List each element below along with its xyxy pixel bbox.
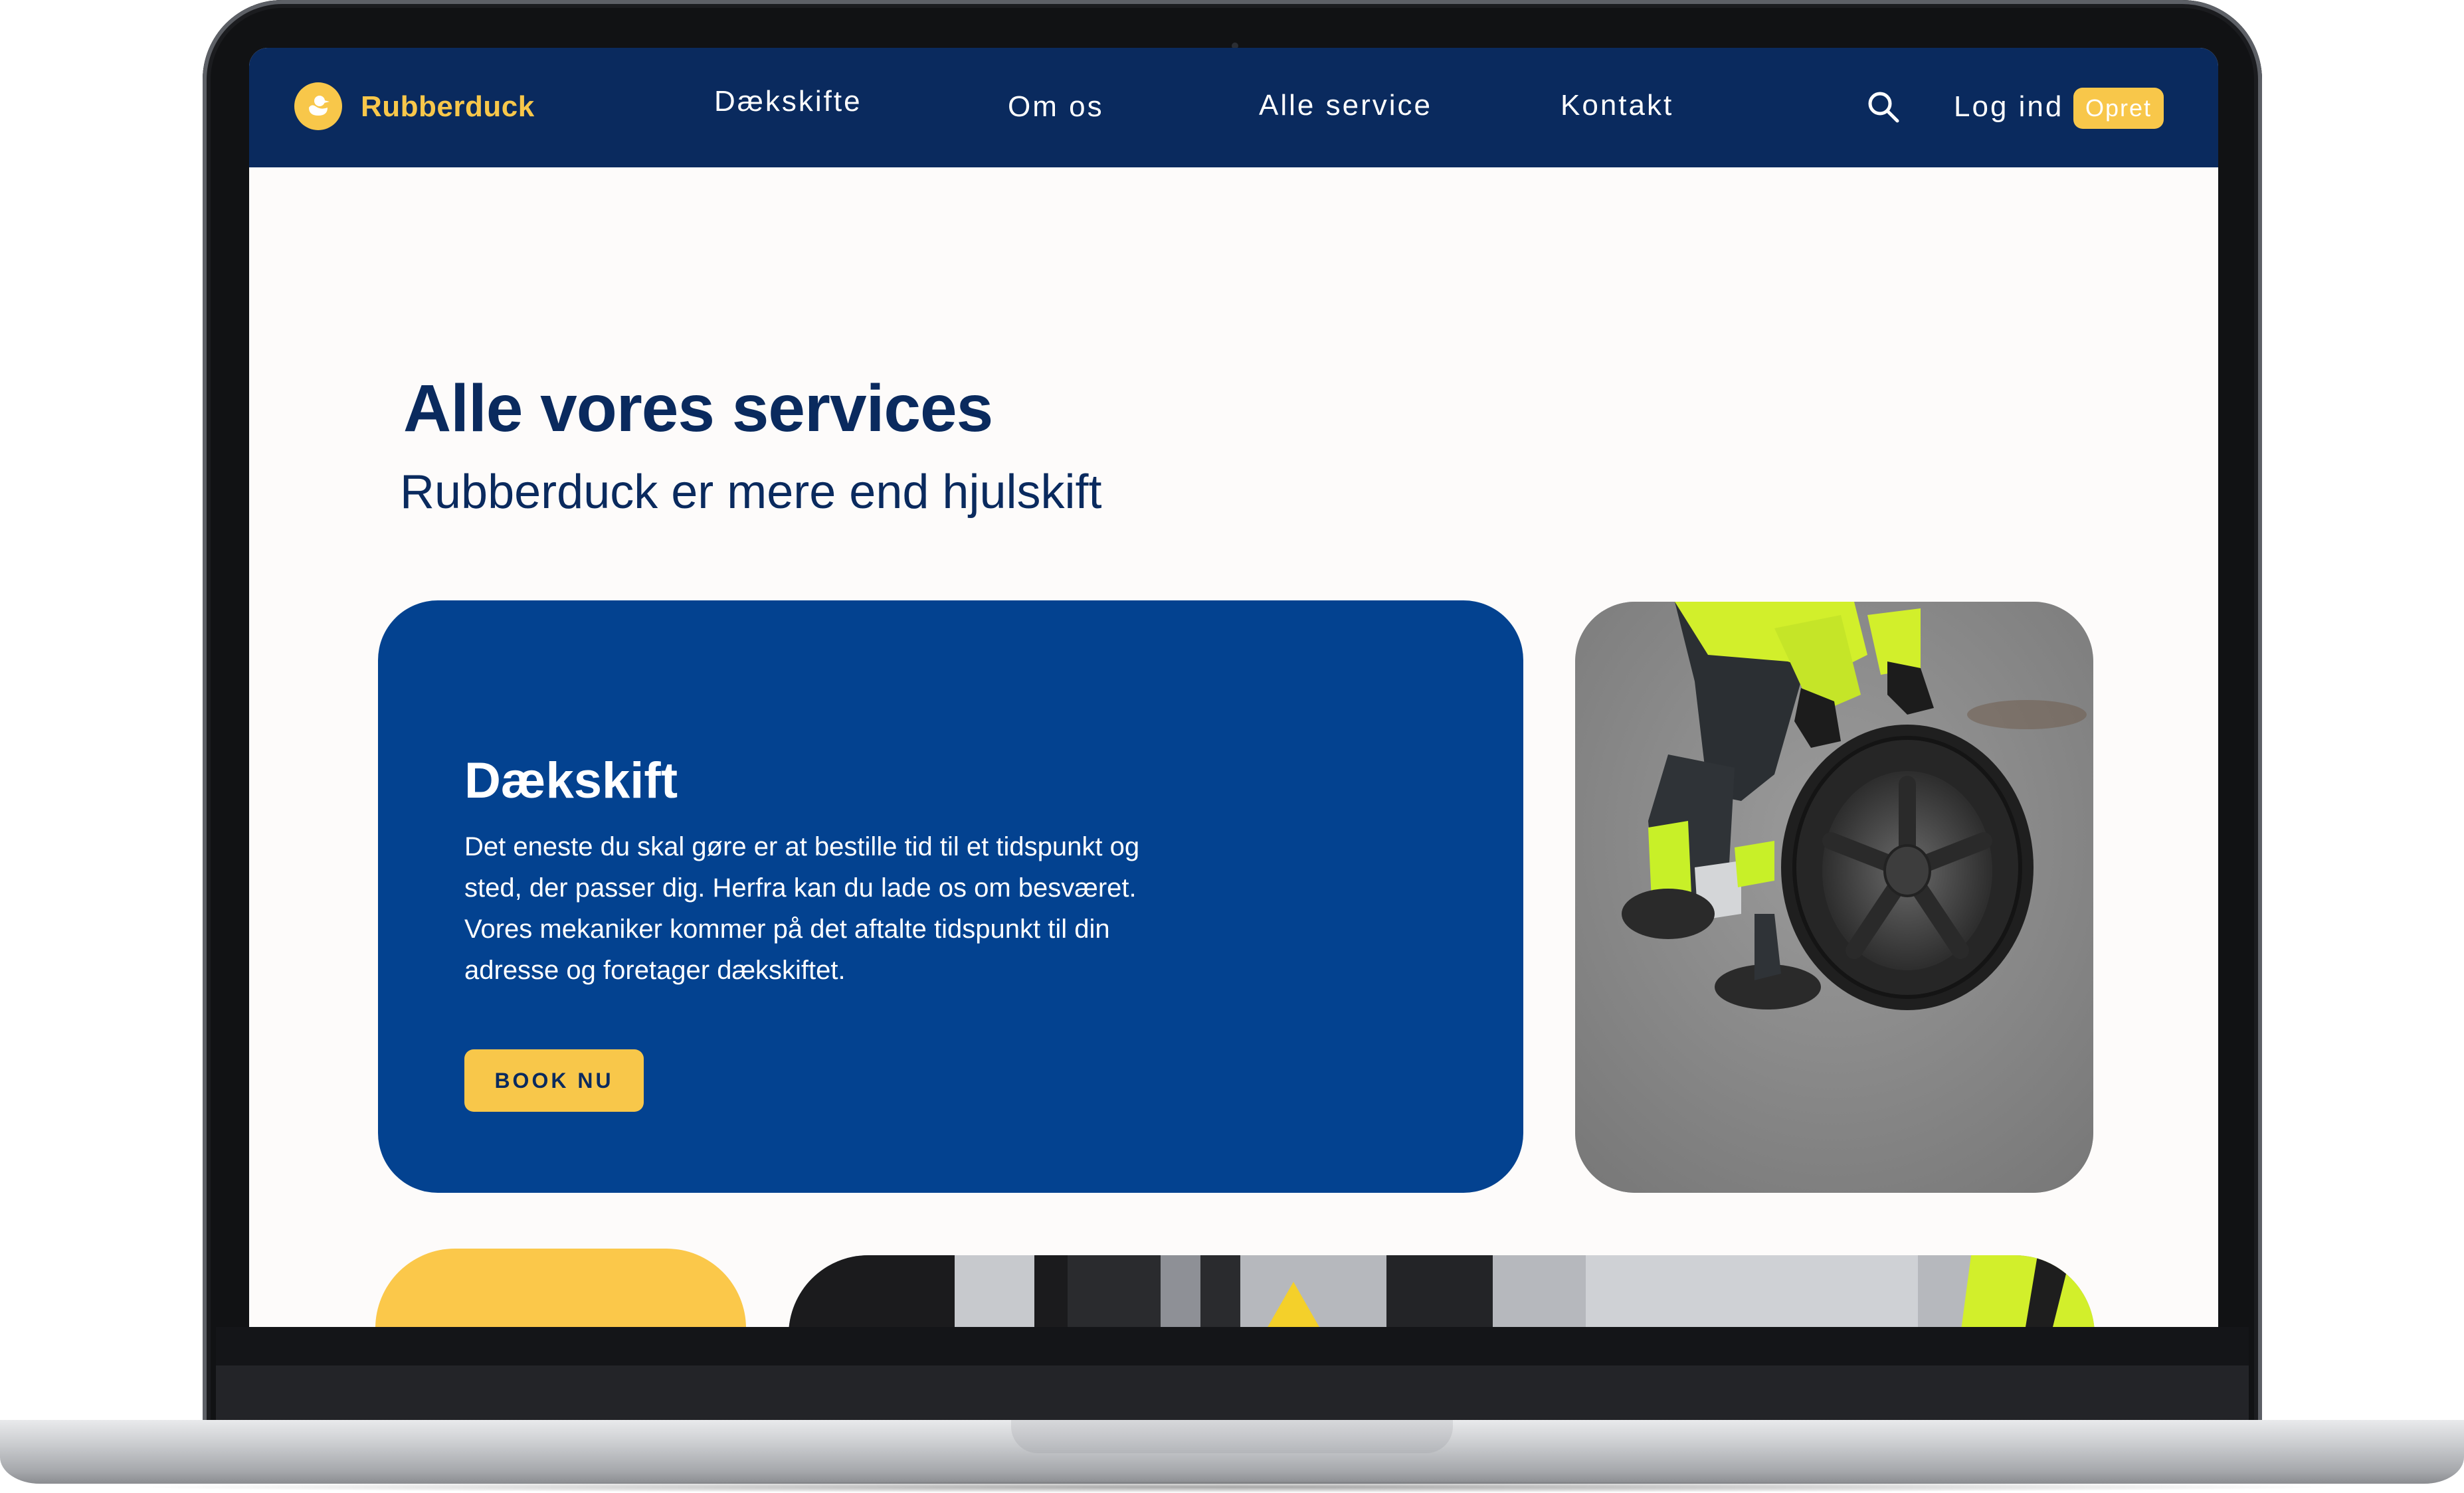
laptop-hinge — [216, 1365, 2249, 1420]
service-card-daekskift: Dækskift Det eneste du skal gøre er at b… — [378, 600, 1523, 1193]
page-subtitle: Rubberduck er mere end hjulskift — [400, 466, 1102, 519]
nav-link-daekskifte[interactable]: Dækskifte — [714, 85, 862, 118]
nav-link-om-os[interactable]: Om os — [1008, 90, 1104, 124]
tire-worker-illustration — [1575, 602, 2093, 1193]
service-card-yellow: Hjulskift — [375, 1249, 746, 1327]
duck-icon — [309, 96, 330, 116]
top-navbar: Rubberduck Dækskifte Om os Alle service … — [249, 48, 2218, 167]
service-photo-workshop — [789, 1255, 2095, 1327]
browser-viewport: Rubberduck Dækskifte Om os Alle service … — [249, 48, 2218, 1327]
nav-link-alle-service[interactable]: Alle service — [1259, 89, 1432, 122]
book-now-button[interactable]: BOOK NU — [464, 1049, 644, 1112]
laptop-opening-notch — [1011, 1420, 1453, 1453]
service-title: Dækskift — [464, 752, 678, 809]
nav-link-kontakt[interactable]: Kontakt — [1561, 89, 1673, 122]
search-icon[interactable] — [1865, 89, 1903, 126]
login-link[interactable]: Log ind — [1954, 90, 2063, 124]
page-title: Alle vores services — [403, 371, 993, 446]
service-description: Det eneste du skal gøre er at bestille t… — [464, 832, 1140, 985]
laptop-shadow — [120, 1481, 2344, 1493]
duck-logo-icon[interactable] — [294, 82, 342, 130]
brand-name[interactable]: Rubberduck — [361, 90, 535, 124]
service-title-peek: Hjulskift — [415, 1322, 599, 1327]
workshop-illustration — [789, 1255, 2095, 1327]
signup-button[interactable]: Opret — [2073, 88, 2164, 129]
service-photo-tire — [1575, 602, 2093, 1193]
